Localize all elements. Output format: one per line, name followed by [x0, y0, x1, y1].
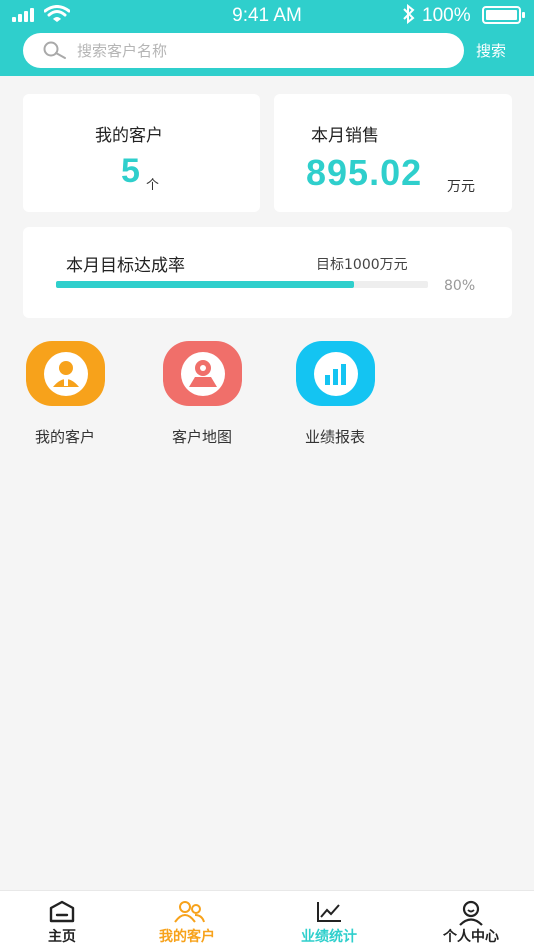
goal-card: 本月目标达成率 目标1000万元 80% — [23, 227, 512, 318]
tab-my-customers[interactable]: 我的客户 — [120, 891, 254, 950]
monthly-sales-unit: 万元 — [447, 179, 475, 195]
tab-home-label: 主页 — [48, 929, 76, 945]
bar-chart-icon — [295, 341, 375, 406]
search-input[interactable]: 搜索客户名称 — [23, 33, 464, 68]
status-bar: 9:41 AM 100% — [0, 0, 534, 32]
line-chart-icon — [317, 902, 341, 922]
battery-icon — [482, 6, 525, 24]
search-icon — [43, 41, 66, 59]
header: 9:41 AM 100% 搜索客户名称 搜索 — [0, 0, 534, 76]
battery-percent: 100% — [422, 5, 471, 26]
goal-progress-fill — [56, 281, 354, 288]
my-customers-unit: 个 — [146, 178, 160, 193]
tab-profile[interactable]: 个人中心 — [404, 891, 534, 950]
my-customers-title: 我的客户 — [95, 126, 163, 146]
user-icon — [459, 900, 483, 926]
goal-progress-bar — [56, 281, 428, 288]
entry-customer-map-label: 客户地图 — [171, 428, 232, 446]
tab-profile-label: 个人中心 — [443, 929, 499, 945]
entry-customer-map[interactable]: 客户地图 — [152, 341, 252, 447]
tab-home[interactable]: 主页 — [0, 891, 124, 950]
bluetooth-icon — [403, 4, 415, 24]
entry-performance-report[interactable]: 业绩报表 — [285, 341, 385, 447]
goal-title: 本月目标达成率 — [66, 256, 185, 276]
monthly-sales-title: 本月销售 — [311, 126, 379, 146]
customer-icon — [25, 341, 105, 406]
users-icon — [174, 901, 205, 923]
my-customers-card[interactable]: 我的客户 5 个 — [23, 94, 260, 212]
tab-performance-stats[interactable]: 业绩统计 — [262, 891, 396, 950]
entry-my-customers-label: 我的客户 — [34, 428, 95, 446]
goal-percent: 80% — [444, 278, 476, 294]
tab-bar: 主页 我的客户 业绩统计 个人中心 — [0, 890, 534, 950]
tab-my-customers-label: 我的客户 — [159, 929, 215, 945]
my-customers-count: 5 — [121, 152, 140, 190]
search-placeholder: 搜索客户名称 — [77, 42, 168, 60]
monthly-sales-value: 895.02 — [306, 152, 423, 193]
search-button[interactable]: 搜索 — [476, 40, 506, 61]
entry-performance-report-label: 业绩报表 — [304, 428, 365, 446]
entry-my-customers[interactable]: 我的客户 — [15, 341, 115, 447]
home-icon — [49, 900, 75, 923]
map-pin-icon — [162, 341, 242, 406]
goal-target: 目标1000万元 — [316, 257, 408, 273]
tab-performance-stats-label: 业绩统计 — [301, 929, 357, 945]
monthly-sales-card[interactable]: 本月销售 895.02 万元 — [274, 94, 512, 212]
